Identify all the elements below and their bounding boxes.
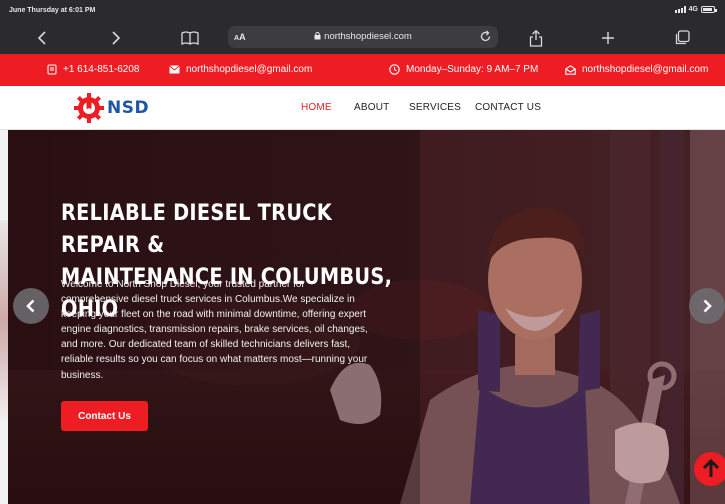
scroll-to-top-button[interactable] xyxy=(694,452,725,486)
email-info[interactable]: northshopdiesel@gmail.com xyxy=(169,64,312,75)
email-info-secondary[interactable]: northshopdiesel@gmail.com xyxy=(565,64,708,75)
browser-toolbar: AA northshopdiesel.com xyxy=(0,22,725,54)
battery-icon xyxy=(701,6,717,13)
contact-us-button[interactable]: Contact Us xyxy=(61,401,148,431)
back-button[interactable] xyxy=(32,28,52,48)
hero-description: Welcome to North Shop Diesel, your trust… xyxy=(61,279,368,381)
phone-info[interactable]: +1 614-851-6208 xyxy=(47,64,139,75)
previous-slide-peek xyxy=(0,130,8,504)
url-text: northshopdiesel.com xyxy=(324,31,412,42)
bookmarks-button[interactable] xyxy=(180,28,200,48)
phone-icon xyxy=(47,64,57,75)
lock-icon xyxy=(314,31,321,40)
new-tab-button[interactable] xyxy=(598,28,618,48)
nav-about[interactable]: ABOUT xyxy=(354,102,389,113)
share-button[interactable] xyxy=(526,28,546,48)
email-address: northshopdiesel@gmail.com xyxy=(186,64,313,75)
page-root: June Thursday at 6:01 PM 4G AA northshop… xyxy=(0,0,725,504)
gear-logo-icon xyxy=(74,93,104,123)
hero-slider: RELIABLE DIESEL TRUCK REPAIR & MAINTENAN… xyxy=(0,130,725,504)
chevron-left-icon xyxy=(26,299,35,313)
clock-icon xyxy=(389,64,400,75)
site-logo[interactable]: NSD xyxy=(73,92,149,124)
chevron-right-icon xyxy=(112,31,121,45)
arrow-up-icon xyxy=(702,459,720,477)
hero-title-line-1: RELIABLE DIESEL TRUCK REPAIR & xyxy=(61,201,333,258)
logo-text: NSD xyxy=(107,98,150,118)
nav-services[interactable]: SERVICES xyxy=(409,102,461,113)
share-icon xyxy=(529,29,543,47)
signal-icon xyxy=(674,6,686,13)
chevron-right-icon xyxy=(703,299,712,313)
reload-icon[interactable] xyxy=(479,30,492,43)
forward-button[interactable] xyxy=(106,28,126,48)
main-navigation: NSD HOME ABOUT SERVICES CONTACT US xyxy=(0,86,725,130)
hours-info: Monday–Sunday: 9 AM–7 PM xyxy=(389,64,538,75)
nav-contact[interactable]: CONTACT US xyxy=(475,102,541,113)
plus-icon xyxy=(602,32,614,44)
address-bar[interactable]: AA northshopdiesel.com xyxy=(228,26,498,48)
url-text-wrap: northshopdiesel.com xyxy=(228,31,498,42)
slider-prev-button[interactable] xyxy=(13,288,49,324)
network-label: 4G xyxy=(688,6,698,13)
chevron-left-icon xyxy=(37,31,46,45)
email-address-secondary: northshopdiesel@gmail.com xyxy=(582,64,709,75)
nav-home[interactable]: HOME xyxy=(301,102,332,113)
envelope-icon xyxy=(169,65,180,74)
phone-number: +1 614-851-6208 xyxy=(63,64,140,75)
tabs-icon xyxy=(675,30,690,45)
top-info-bar: +1 614-851-6208 northshopdiesel@gmail.co… xyxy=(0,54,725,86)
status-indicators: 4G xyxy=(674,6,717,13)
status-time: June Thursday at 6:01 PM xyxy=(9,7,96,14)
book-icon xyxy=(181,31,199,45)
slider-next-button[interactable] xyxy=(689,288,725,324)
business-hours: Monday–Sunday: 9 AM–7 PM xyxy=(406,64,539,75)
tabs-button[interactable] xyxy=(672,28,692,48)
status-bar: June Thursday at 6:01 PM 4G xyxy=(0,0,725,22)
open-envelope-icon xyxy=(565,64,576,75)
